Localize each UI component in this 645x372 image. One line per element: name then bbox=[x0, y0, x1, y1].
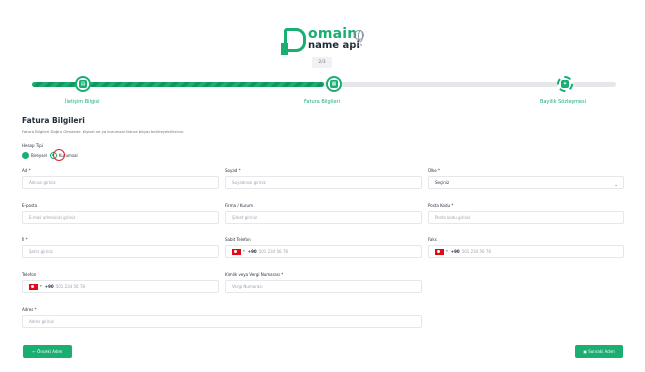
chevron-down-icon: ⌄ bbox=[614, 183, 618, 188]
company-label: Firma / Kurum bbox=[225, 203, 253, 208]
account-type-label: Hesap Tipi bbox=[22, 143, 43, 148]
account-type-radio-group: Bireysel Kurumsal bbox=[22, 149, 81, 161]
handshake-icon: ✦ bbox=[561, 80, 569, 88]
chevron-down-icon[interactable]: ▾ bbox=[446, 246, 448, 257]
tax-id-label: Kimlik veya Vergi Numarası * bbox=[225, 272, 284, 277]
step-3-label[interactable]: Bayilik Sözleşmesi bbox=[540, 99, 586, 105]
email-label: E-posta bbox=[22, 203, 38, 208]
city-input[interactable]: Şehir giriniz bbox=[22, 245, 219, 258]
country-label: Ülke * bbox=[428, 168, 440, 173]
postal-code-input[interactable]: Posta kodu giriniz bbox=[428, 211, 624, 224]
first-name-input[interactable]: Adınızı giriniz bbox=[22, 176, 219, 189]
phone-country-code: +90 bbox=[44, 284, 54, 289]
fax-label: Faks bbox=[428, 237, 437, 242]
icann-text: ICANN bbox=[350, 43, 363, 47]
logo-d-mark bbox=[281, 28, 306, 55]
last-name-input[interactable]: Soyadınızı giriniz bbox=[225, 176, 422, 189]
turkey-flag-icon bbox=[232, 248, 241, 255]
step-counter: 2/3 bbox=[312, 57, 332, 68]
city-label: İl * bbox=[22, 237, 28, 242]
progress-track bbox=[32, 82, 616, 87]
company-input[interactable]: Şirket giriniz bbox=[225, 211, 422, 224]
turkey-flag-icon bbox=[29, 283, 38, 290]
last-name-label: Soyad * bbox=[225, 168, 241, 173]
step-2-label[interactable]: Fatura Bilgileri bbox=[304, 99, 340, 105]
landline-country-code: +90 bbox=[247, 249, 257, 254]
chevron-down-icon[interactable]: ▾ bbox=[243, 246, 245, 257]
landline-placeholder: 501 234 56 78 bbox=[258, 249, 288, 254]
radio-individual[interactable] bbox=[22, 151, 29, 159]
address-label: Adres * bbox=[22, 307, 37, 312]
next-step-button[interactable]: ▣ Sonraki Adım bbox=[575, 345, 623, 358]
phone-input[interactable]: ▾ +90 501 234 56 78 bbox=[22, 280, 219, 293]
email-input[interactable]: E-mail adresinizi giriniz bbox=[22, 211, 219, 224]
step-1-node[interactable]: ▤ bbox=[75, 76, 91, 92]
fax-placeholder: 501 234 56 78 bbox=[461, 249, 491, 254]
country-select-value: Seçiniz bbox=[435, 180, 450, 185]
chevron-down-icon[interactable]: ▾ bbox=[40, 281, 42, 292]
phone-placeholder: 501 234 56 78 bbox=[55, 284, 85, 289]
step-1-label[interactable]: İletişim Bilgisi bbox=[65, 99, 100, 105]
section-description: Fatura Bilgileri Doğru Olmalıdır. Kişise… bbox=[22, 129, 185, 134]
tax-id-input[interactable]: Vergi Numarası bbox=[225, 280, 422, 293]
radio-individual-label[interactable]: Bireysel bbox=[31, 153, 47, 158]
section-title: Fatura Bilgileri bbox=[22, 116, 85, 125]
first-name-label: Ad * bbox=[22, 168, 31, 173]
step-2-node[interactable]: ▦ bbox=[326, 76, 342, 92]
turkey-flag-icon bbox=[435, 248, 444, 255]
fax-country-code: +90 bbox=[450, 249, 460, 254]
country-select[interactable]: Seçiniz ⌄ bbox=[428, 176, 624, 189]
postal-code-label: Posta Kodu * bbox=[428, 203, 454, 208]
contact-card-icon: ▤ bbox=[79, 80, 87, 88]
landline-label: Sabit Telefon bbox=[225, 237, 251, 242]
domain-name-api-logo: omain name api ICANN bbox=[281, 26, 374, 55]
address-input[interactable]: Adres giriniz bbox=[22, 315, 422, 328]
fax-input[interactable]: ▾ +90 501 234 56 78 bbox=[428, 245, 624, 258]
landline-input[interactable]: ▾ +90 501 234 56 78 bbox=[225, 245, 422, 258]
previous-step-button[interactable]: ← Önceki Adım bbox=[23, 345, 72, 358]
invoice-icon: ▦ bbox=[330, 80, 338, 88]
phone-label: Telefon bbox=[22, 272, 37, 277]
focus-highlight-ring bbox=[53, 149, 65, 161]
step-3-node[interactable]: ✦ bbox=[557, 76, 573, 92]
icann-globe-icon bbox=[354, 30, 364, 42]
next-step-label: Sonraki Adım bbox=[588, 349, 615, 354]
